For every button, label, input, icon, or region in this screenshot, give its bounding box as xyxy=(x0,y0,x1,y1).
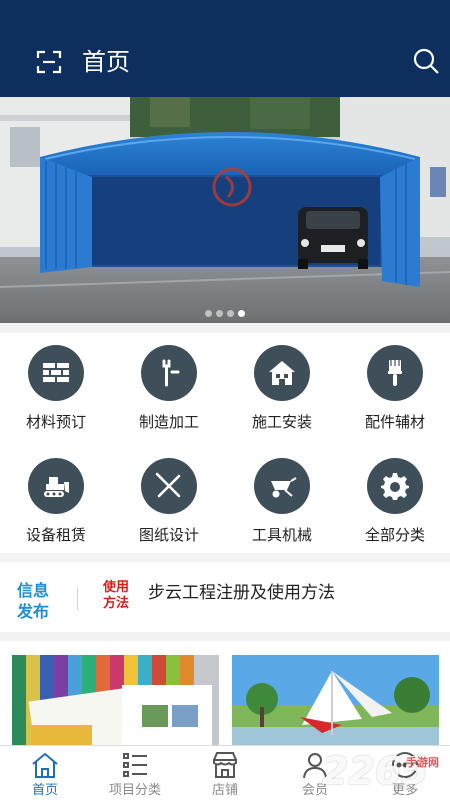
product-image xyxy=(232,655,439,751)
search-icon[interactable] xyxy=(412,47,440,75)
tab-label: 首页 xyxy=(31,783,58,798)
tab-home[interactable]: 首页 xyxy=(0,746,90,800)
tab-store[interactable]: 店铺 xyxy=(180,746,270,800)
banner-carousel[interactable] xyxy=(0,97,450,323)
paintbrush-icon xyxy=(388,360,402,386)
news-ticker[interactable]: 信息 发布 使用 方法 步云工程注册及使用方法 xyxy=(0,562,450,632)
store-icon xyxy=(213,752,237,778)
product-image xyxy=(12,655,219,751)
category-label: 全部分类 xyxy=(364,526,425,544)
watermark-sub: 手游网 xyxy=(406,756,439,769)
category-label: 材料预订 xyxy=(25,413,86,431)
category-label: 施工安装 xyxy=(251,413,312,431)
carousel-dot[interactable] xyxy=(205,310,212,317)
category-icon-circle xyxy=(367,458,423,514)
category-all[interactable]: 全部分类 xyxy=(339,446,450,546)
banner-image xyxy=(0,97,450,323)
tab-categories[interactable]: 项目分类 xyxy=(90,746,180,800)
category-icon-circle xyxy=(254,345,310,401)
category-grid: 材料预订 制造加工 施工安装 配件辅材 设备租赁 图纸设计 工具机械 全部分类 xyxy=(0,333,450,553)
wrench-icon xyxy=(162,359,180,387)
category-icon-circle xyxy=(28,458,84,514)
news-tag: 使用 方法 xyxy=(103,580,131,612)
category-icon-circle xyxy=(141,345,197,401)
category-icon-circle xyxy=(254,458,310,514)
bulldozer-icon xyxy=(44,477,69,497)
product-section xyxy=(0,641,450,751)
house-icon xyxy=(269,361,295,385)
category-manufacturing[interactable]: 制造加工 xyxy=(113,333,225,433)
news-logo-line2: 发布 xyxy=(17,602,50,621)
top-bar: 首页 xyxy=(0,0,450,97)
category-label: 工具机械 xyxy=(251,526,312,544)
category-drawing-design[interactable]: 图纸设计 xyxy=(113,446,225,546)
category-tools-machinery[interactable]: 工具机械 xyxy=(226,446,338,546)
news-tag-line2: 方法 xyxy=(103,596,130,611)
news-logo-line1: 信息 xyxy=(17,581,50,600)
home-icon xyxy=(32,752,58,778)
list-icon xyxy=(123,753,147,777)
category-accessories[interactable]: 配件辅材 xyxy=(339,333,450,433)
carousel-indicator xyxy=(0,310,450,317)
tab-label: 项目分类 xyxy=(108,783,161,798)
category-label: 设备租赁 xyxy=(25,526,86,544)
carousel-dot[interactable] xyxy=(216,310,223,317)
tab-label: 店铺 xyxy=(211,783,238,798)
gear-icon xyxy=(381,473,409,500)
carousel-dot-active[interactable] xyxy=(238,310,245,317)
product-card[interactable] xyxy=(232,655,439,751)
category-icon-circle xyxy=(141,458,197,514)
category-label: 配件辅材 xyxy=(364,413,425,431)
brick-wall-icon xyxy=(43,363,69,382)
category-icon-circle xyxy=(367,345,423,401)
news-tag-line1: 使用 xyxy=(103,580,130,595)
scan-icon[interactable] xyxy=(36,49,62,75)
wheelbarrow-icon xyxy=(271,477,297,498)
watermark: 2265 手游网 xyxy=(322,746,450,798)
category-label: 图纸设计 xyxy=(138,526,199,544)
news-logo: 信息 发布 xyxy=(17,580,57,622)
page-title: 首页 xyxy=(82,48,130,76)
news-headline[interactable]: 步云工程注册及使用方法 xyxy=(148,581,335,605)
category-label: 制造加工 xyxy=(138,413,199,431)
category-equipment-rental[interactable]: 设备租赁 xyxy=(0,446,112,546)
drafting-tools-icon xyxy=(155,472,181,498)
category-icon-circle xyxy=(28,345,84,401)
product-card[interactable] xyxy=(12,655,219,751)
carousel-dot[interactable] xyxy=(227,310,234,317)
divider xyxy=(77,588,78,610)
category-material-order[interactable]: 材料预订 xyxy=(0,333,112,433)
app-root: 首页 材料预订 制造加工 施工安装 配件辅材 设备租赁 图纸设计 工具机械 全部… xyxy=(0,0,450,800)
category-installation[interactable]: 施工安装 xyxy=(226,333,338,433)
